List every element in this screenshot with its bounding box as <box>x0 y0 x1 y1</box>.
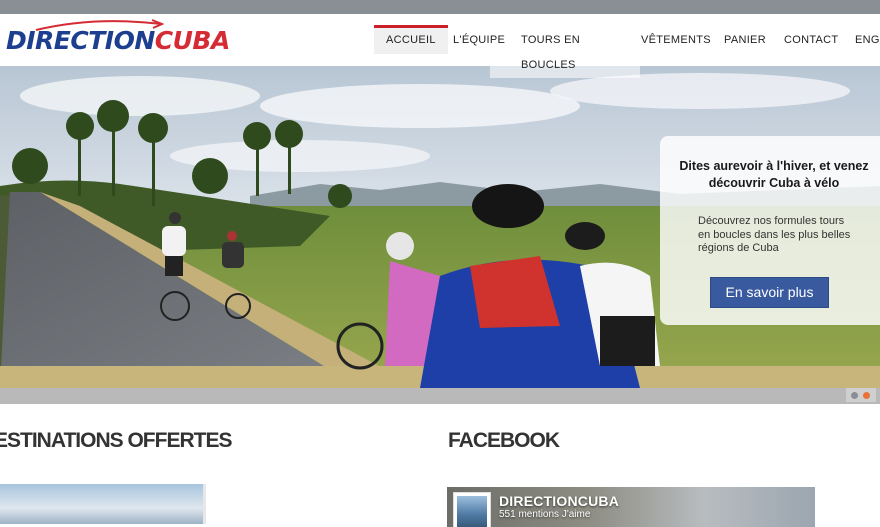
promo-card: Dites aurevoir à l'hiver, et venez décou… <box>660 136 880 325</box>
destinations-title: ESTINATIONS OFFERTES <box>0 429 232 452</box>
nav-item-accueil[interactable]: Accueil <box>374 25 448 54</box>
facebook-likes-count: 551 mentions J'aime <box>499 509 591 520</box>
facebook-title: FACEBOOK <box>448 429 560 452</box>
facebook-page-avatar[interactable] <box>453 492 491 527</box>
facebook-widget[interactable]: DIRECTIONCUBA 551 mentions J'aime <box>447 487 815 527</box>
main-nav: Accueil L'équipe Tours en Vêtements Pani… <box>0 14 880 66</box>
slider-dot-2[interactable] <box>863 392 870 399</box>
nav-item-contact[interactable]: Contact <box>784 34 838 46</box>
top-strip <box>0 0 880 14</box>
nav-item-boucles[interactable]: boucles <box>521 59 576 71</box>
nav-item-equipe[interactable]: L'équipe <box>453 34 505 46</box>
destination-thumbnail[interactable] <box>0 484 206 524</box>
hero-bottom-bar <box>0 388 880 404</box>
avatar-image <box>457 496 487 527</box>
promo-title: Dites aurevoir à l'hiver, et venez décou… <box>679 159 869 190</box>
learn-more-button[interactable]: En savoir plus <box>710 277 829 308</box>
slider-dot-1[interactable] <box>851 392 858 399</box>
slider-pagination <box>846 388 876 402</box>
nav-item-vetements[interactable]: Vêtements <box>641 34 711 46</box>
nav-dropdown-strip: boucles <box>490 52 640 78</box>
nav-item-english[interactable]: Engl <box>855 34 880 46</box>
nav-item-tours-en[interactable]: Tours en <box>521 34 580 46</box>
nav-item-panier[interactable]: Panier <box>724 34 766 46</box>
facebook-page-name[interactable]: DIRECTIONCUBA <box>499 493 619 509</box>
promo-body: Découvrez nos formules tours en boucles … <box>698 215 851 254</box>
